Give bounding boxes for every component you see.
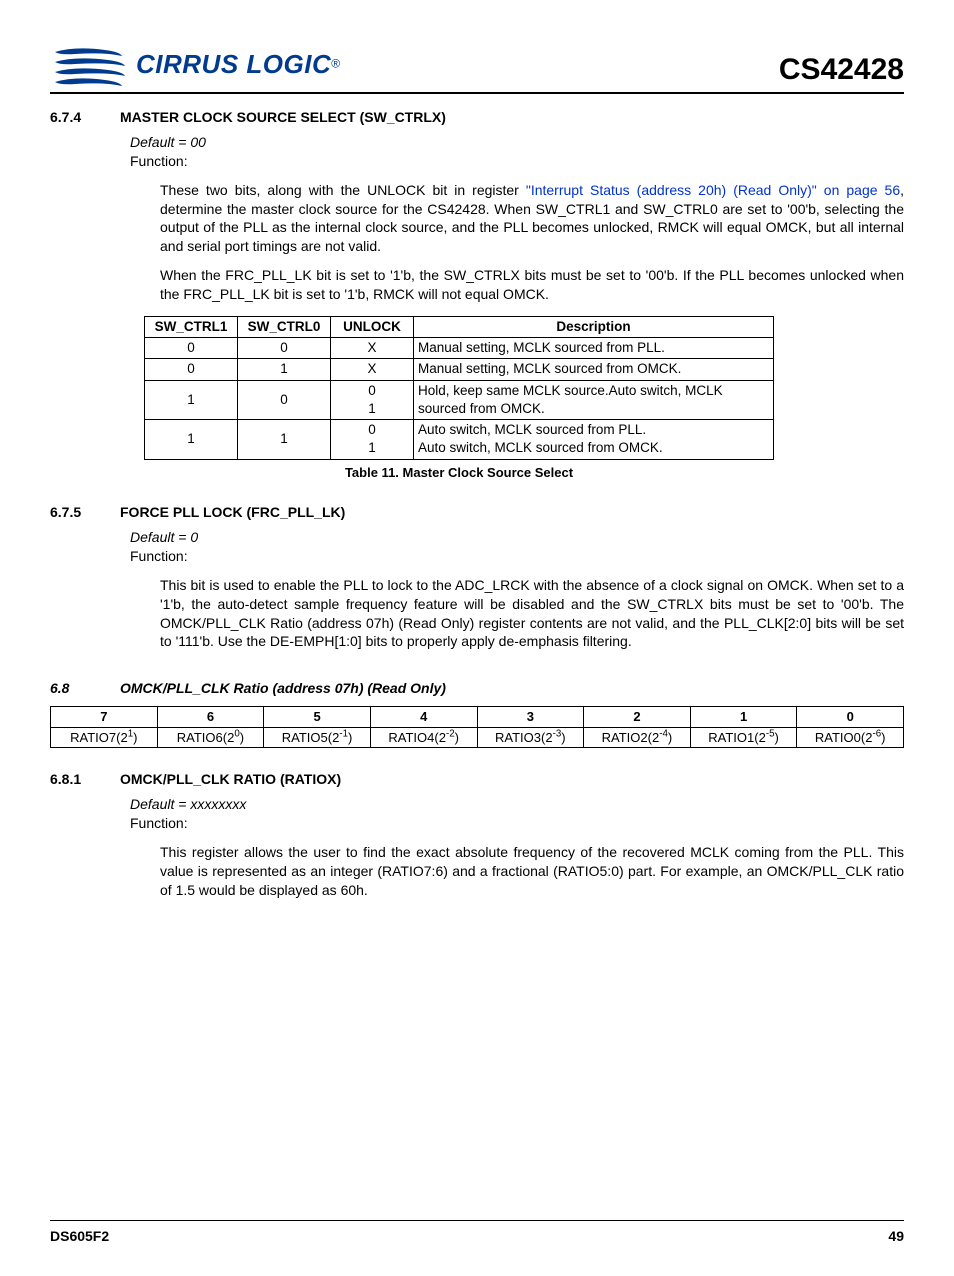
bit-name: RATIO3(2-3) [477,727,584,748]
cell: 1 [238,359,331,380]
bit-header-row: 7 6 5 4 3 2 1 0 [51,707,904,728]
cell: Manual setting, MCLK sourced from OMCK. [414,359,774,380]
table-row: 1 1 01 Auto switch, MCLK sourced from PL… [145,420,774,459]
table-master-clock-source: SW_CTRL1 SW_CTRL0 UNLOCK Description 0 0… [144,316,774,460]
text: These two bits, along with the UNLOCK bi… [160,182,526,198]
section-number: 6.8.1 [50,770,96,789]
function-label: Function: [130,152,904,171]
section-number: 6.7.5 [50,503,96,522]
bit-name: RATIO5(2-1) [264,727,371,748]
table-row: 0 1 X Manual setting, MCLK sourced from … [145,359,774,380]
default-block: Default = 00 Function: [130,133,904,171]
cell: Hold, keep same MCLK source.Auto switch,… [414,380,774,419]
default-value: Default = 0 [130,528,904,547]
col-unlock: UNLOCK [331,317,414,338]
paragraph: When the FRC_PLL_LK bit is set to '1'b, … [160,266,904,304]
paragraph: This bit is used to enable the PLL to lo… [160,576,904,652]
cell: X [331,359,414,380]
cell: 1 [145,380,238,419]
link-interrupt-status[interactable]: "Interrupt Status (address 20h) (Read On… [526,182,900,198]
bit-name: RATIO4(2-2) [370,727,477,748]
section-6-8-heading: 6.8 OMCK/PLL_CLK Ratio (address 07h) (Re… [50,679,904,698]
bit-name: RATIO1(2-5) [690,727,797,748]
cell: Auto switch, MCLK sourced from PLL.Auto … [414,420,774,459]
page-footer: DS605F2 49 [50,1220,904,1246]
bit-name: RATIO0(2-6) [797,727,904,748]
cell: X [331,338,414,359]
cell: 1 [238,420,331,459]
default-block: Default = xxxxxxxx Function: [130,795,904,833]
part-number: CS42428 [779,50,904,91]
table-row: 0 0 X Manual setting, MCLK sourced from … [145,338,774,359]
section-title: OMCK/PLL_CLK Ratio (address 07h) (Read O… [120,679,446,698]
cell: 0 [145,338,238,359]
col-sw-ctrl1: SW_CTRL1 [145,317,238,338]
bit-name-row: RATIO7(21) RATIO6(20) RATIO5(2-1) RATIO4… [51,727,904,748]
cell: 01 [331,420,414,459]
section-6-8-1-heading: 6.8.1 OMCK/PLL_CLK RATIO (RATIOX) [50,770,904,789]
bit-num: 7 [51,707,158,728]
bit-num: 4 [370,707,477,728]
default-value: Default = xxxxxxxx [130,795,904,814]
bit-name: RATIO7(21) [51,727,158,748]
page-number: 49 [888,1227,904,1246]
table-caption: Table 11. Master Clock Source Select [144,464,774,482]
logo-text: CIRRUS LOGIC® [136,47,340,82]
table-header-row: SW_CTRL1 SW_CTRL0 UNLOCK Description [145,317,774,338]
function-label: Function: [130,547,904,566]
bit-num: 3 [477,707,584,728]
cell: 0 [238,338,331,359]
cell: 01 [331,380,414,419]
function-label: Function: [130,814,904,833]
col-sw-ctrl0: SW_CTRL0 [238,317,331,338]
cell: 0 [145,359,238,380]
section-number: 6.8 [50,679,96,698]
bit-num: 5 [264,707,371,728]
cell: 1 [145,420,238,459]
bit-num: 2 [584,707,691,728]
section-6-7-5-heading: 6.7.5 FORCE PLL LOCK (FRC_PLL_LK) [50,503,904,522]
section-title: FORCE PLL LOCK (FRC_PLL_LK) [120,503,345,522]
page-header: CIRRUS LOGIC® CS42428 [50,40,904,94]
section-6-7-4-heading: 6.7.4 MASTER CLOCK SOURCE SELECT (SW_CTR… [50,108,904,127]
cell: Manual setting, MCLK sourced from PLL. [414,338,774,359]
bit-num: 0 [797,707,904,728]
paragraph: This register allows the user to find th… [160,843,904,900]
company-logo: CIRRUS LOGIC® [50,40,340,90]
cell: 0 [238,380,331,419]
default-block: Default = 0 Function: [130,528,904,566]
section-title: OMCK/PLL_CLK RATIO (RATIOX) [120,770,341,789]
paragraph: These two bits, along with the UNLOCK bi… [160,181,904,257]
section-title: MASTER CLOCK SOURCE SELECT (SW_CTRLX) [120,108,446,127]
bit-num: 6 [157,707,264,728]
doc-id: DS605F2 [50,1227,109,1246]
default-value: Default = 00 [130,133,904,152]
bit-num: 1 [690,707,797,728]
bit-name: RATIO6(20) [157,727,264,748]
bit-name: RATIO2(2-4) [584,727,691,748]
table-bit-layout: 7 6 5 4 3 2 1 0 RATIO7(21) RATIO6(20) RA… [50,706,904,748]
table-row: 1 0 01 Hold, keep same MCLK source.Auto … [145,380,774,419]
cirrus-wave-icon [50,40,130,90]
col-description: Description [414,317,774,338]
section-number: 6.7.4 [50,108,96,127]
